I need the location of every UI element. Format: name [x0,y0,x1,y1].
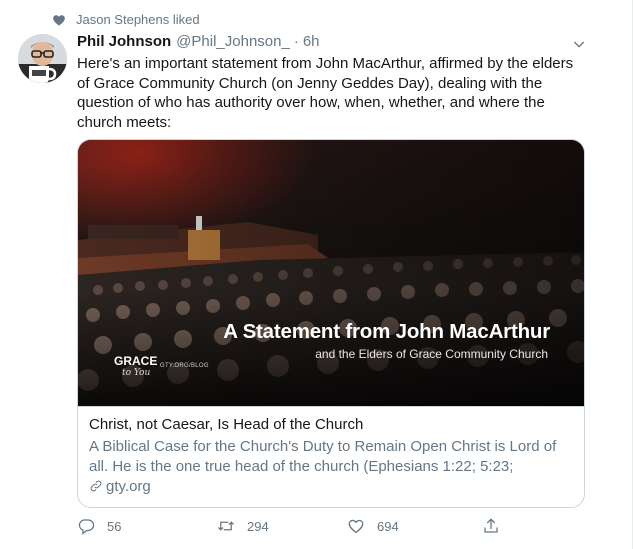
social-context: Jason Stephens liked [52,12,200,27]
separator: · [293,33,299,50]
share-icon [484,518,498,533]
retweet-button[interactable]: 294 [217,517,269,535]
card-body[interactable]: Christ, not Caesar, Is Head of the Churc… [78,406,584,503]
tweet-text: Here's an important statement from John … [77,55,574,131]
timestamp[interactable]: 6h [303,33,320,50]
tweet-header: Phil Johnson @Phil_Johnson_ · 6h [77,33,320,50]
tweet-container[interactable]: Jason Stephens liked Phil Johnson @Phil_… [0,0,633,549]
reply-count: 56 [107,518,122,534]
card-description: A Biblical Case for the Church's Duty to… [89,437,557,475]
share-button[interactable] [482,517,500,535]
chevron-down-icon[interactable] [571,36,587,52]
author-name[interactable]: Phil Johnson [77,33,171,50]
heart-icon [348,519,364,534]
retweet-icon [218,521,234,531]
card-image-title: A Statement from John MacArthur [223,320,550,343]
like-button[interactable]: 694 [347,517,399,535]
like-count: 694 [377,518,399,534]
avatar[interactable] [18,34,67,83]
retweet-count: 294 [247,518,269,534]
gty-logo: GRACE to You [114,355,157,379]
link-card[interactable]: A Statement from John MacArthur and the … [77,139,585,508]
social-context-text[interactable]: Jason Stephens liked [76,12,200,27]
card-domain-text: gty.org [106,477,151,495]
card-title: Christ, not Caesar, Is Head of the Churc… [89,416,364,433]
gty-logo-script: to You [122,368,151,378]
gty-logo-url: GTY.ORG/BLOG [160,363,209,369]
link-icon [89,479,103,493]
tweet-actions: 56 294 694 [77,517,587,537]
author-handle[interactable]: @Phil_Johnson_ [176,33,290,50]
card-image: A Statement from John MacArthur and the … [78,140,584,406]
gty-logo-text: GRACE [114,354,158,368]
card-image-subtitle: and the Elders of Grace Community Church [315,347,548,361]
heart-icon [52,13,66,27]
card-domain: gty.org [89,478,575,495]
reply-icon [78,519,95,535]
reply-button[interactable]: 56 [77,517,121,535]
